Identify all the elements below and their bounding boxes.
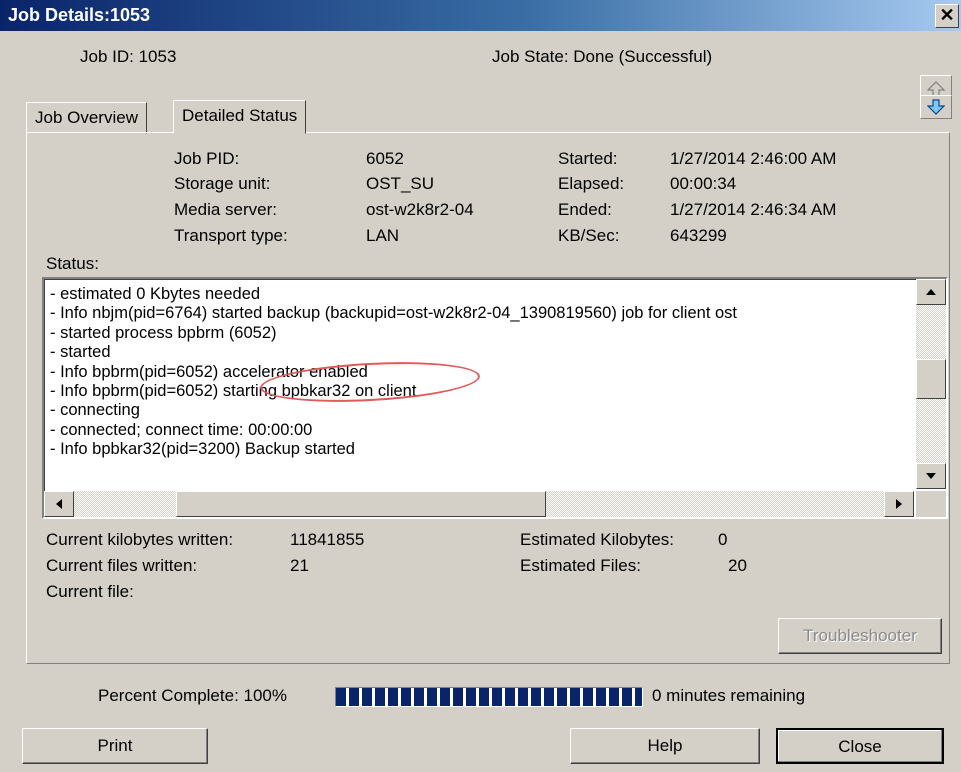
log-line: - connected; connect time: 00:00:00	[50, 420, 313, 439]
transport-type-label: Transport type:	[174, 226, 288, 245]
horizontal-scroll-thumb[interactable]	[176, 491, 546, 517]
transport-type-value: LAN	[366, 226, 400, 245]
title-bar: Job Details:1053 ✕	[0, 0, 961, 31]
window-close-button[interactable]: ✕	[935, 4, 959, 28]
status-log[interactable]: - estimated 0 Kbytes needed - Info nbjm(…	[42, 277, 948, 519]
close-icon: ✕	[939, 5, 955, 25]
kb-written-value: 11841855	[290, 530, 365, 549]
storage-unit-label: Storage unit:	[174, 174, 271, 193]
window-title: Job Details:1053	[8, 5, 151, 25]
files-written-label: Current files written:	[46, 556, 198, 575]
ended-label: Ended:	[558, 200, 612, 219]
scroll-up-button[interactable]	[916, 279, 946, 305]
status-label: Status:	[46, 254, 99, 273]
log-line: - Info bpbkar32(pid=3200) Backup started	[50, 440, 355, 459]
started-value: 1/27/2014 2:46:00 AM	[670, 149, 837, 168]
log-line: - estimated 0 Kbytes needed	[50, 285, 261, 303]
scroll-left-button[interactable]	[44, 491, 74, 517]
job-id: Job ID: 1053	[80, 47, 177, 66]
troubleshooter-button[interactable]: Troubleshooter	[778, 618, 942, 654]
elapsed-value: 00:00:34	[670, 174, 737, 193]
scroll-right-icon	[896, 499, 902, 509]
kb-written-label: Current kilobytes written:	[46, 530, 234, 549]
storage-unit-value: OST_SU	[366, 174, 435, 193]
media-server-value: ost-w2k8r2-04	[366, 200, 474, 219]
scroll-down-icon	[926, 473, 936, 479]
est-files-value: 20	[728, 556, 747, 575]
horizontal-scrollbar[interactable]	[44, 491, 914, 517]
est-files-label: Estimated Files:	[520, 556, 641, 575]
files-written-value: 21	[290, 556, 309, 575]
vertical-scrollbar[interactable]	[916, 279, 946, 489]
kbsec-label: KB/Sec:	[558, 226, 620, 245]
log-line: - Info nbjm(pid=6764) started backup (ba…	[50, 304, 737, 323]
scroll-up-icon	[926, 289, 936, 295]
job-state: Job State: Done (Successful)	[492, 47, 713, 66]
progress-bar	[335, 687, 643, 707]
est-kb-label: Estimated Kilobytes:	[520, 530, 675, 549]
job-pid-label: Job PID:	[174, 149, 240, 168]
percent-complete-label: Percent Complete: 100%	[98, 686, 287, 705]
log-line: - connecting	[50, 401, 140, 420]
kbsec-value: 643299	[670, 226, 727, 245]
scrollbar-corner	[916, 491, 946, 517]
scroll-right-button[interactable]	[884, 491, 914, 517]
current-file-label: Current file:	[46, 582, 134, 601]
time-remaining: 0 minutes remaining	[652, 686, 806, 705]
started-label: Started:	[558, 149, 618, 168]
print-button[interactable]: Print	[22, 728, 208, 764]
elapsed-label: Elapsed:	[558, 174, 625, 193]
job-pid-value: 6052	[366, 149, 404, 168]
log-line: - started	[50, 343, 111, 362]
down-arrow-icon	[927, 99, 945, 115]
tab-detailed-status[interactable]: Detailed Status	[173, 100, 307, 134]
media-server-label: Media server:	[174, 200, 277, 219]
log-line: - started process bpbrm (6052)	[50, 323, 277, 342]
close-button[interactable]: Close	[776, 728, 944, 764]
vertical-scroll-thumb[interactable]	[916, 359, 946, 399]
tab-job-overview[interactable]: Job Overview	[26, 102, 147, 134]
scroll-left-icon	[56, 499, 62, 509]
progress-fill	[336, 688, 642, 706]
next-job-button[interactable]	[920, 95, 952, 119]
ended-value: 1/27/2014 2:46:34 AM	[670, 200, 837, 219]
help-button[interactable]: Help	[570, 728, 760, 764]
scroll-down-button[interactable]	[916, 463, 946, 489]
est-kb-value: 0	[718, 530, 728, 549]
